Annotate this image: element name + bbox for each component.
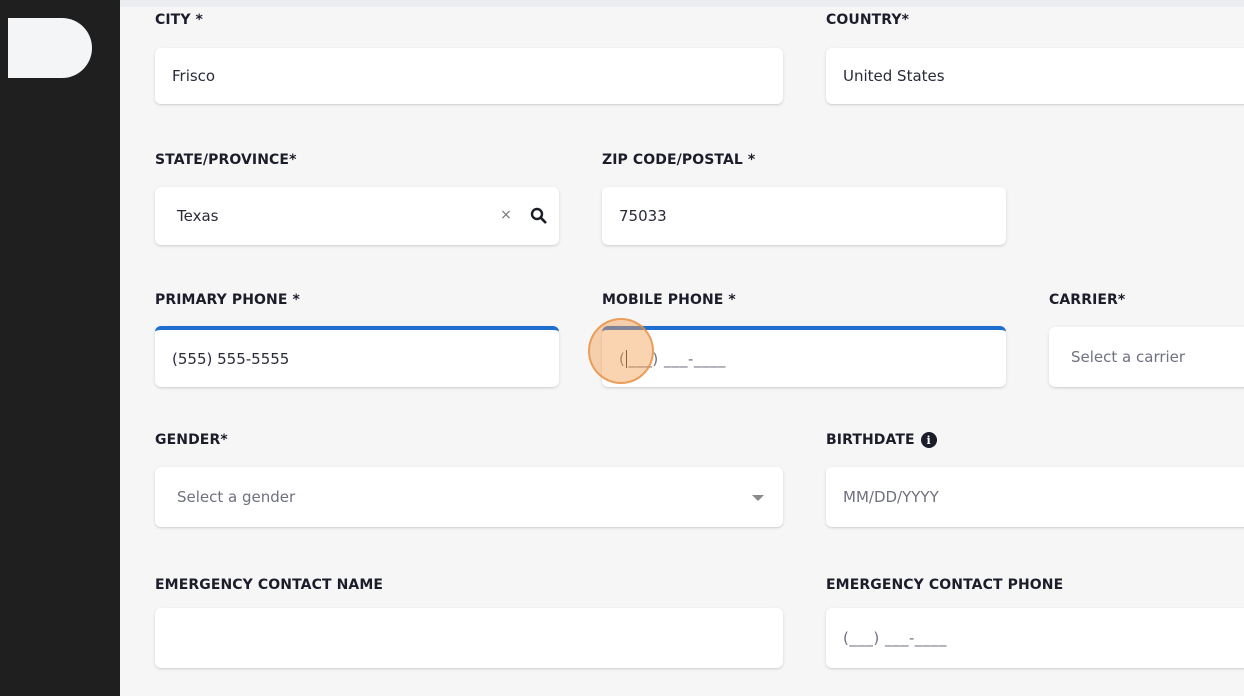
birthdate-label-text: BIRTHDATE [826, 432, 915, 448]
birthdate-label: BIRTHDATE i [826, 432, 937, 448]
mobile-phone-input[interactable]: (___) ___-____ [602, 326, 1006, 387]
birthdate-placeholder: MM/DD/YYYY [843, 488, 939, 506]
emergency-phone-label: EMERGENCY CONTACT PHONE [826, 577, 1064, 593]
city-value: Frisco [172, 67, 216, 85]
gender-placeholder: Select a gender [177, 488, 296, 506]
gender-label: GENDER* [155, 432, 228, 448]
emergency-phone-mask: (___) ___-____ [843, 629, 947, 647]
primary-phone-input[interactable]: (555) 555-5555 [155, 326, 559, 387]
carrier-placeholder: Select a carrier [1071, 348, 1186, 366]
zip-value: 75033 [619, 207, 667, 225]
primary-phone-label: PRIMARY PHONE * [155, 292, 300, 308]
search-icon[interactable] [528, 205, 548, 225]
mobile-phone-mask-open: ( [619, 349, 626, 368]
emergency-name-input[interactable] [155, 608, 783, 668]
city-label: CITY * [155, 12, 203, 28]
state-value: Texas [177, 207, 219, 225]
zip-label: ZIP CODE/POSTAL * [602, 152, 756, 168]
emergency-name-label: EMERGENCY CONTACT NAME [155, 577, 384, 593]
emergency-phone-input[interactable]: (___) ___-____ [826, 608, 1244, 668]
country-input[interactable]: United States [826, 48, 1244, 104]
country-value: United States [843, 67, 945, 85]
mobile-phone-label: MOBILE PHONE * [602, 292, 736, 308]
top-strip [120, 0, 1244, 7]
carrier-label: CARRIER* [1049, 292, 1126, 308]
gender-select[interactable]: Select a gender [155, 467, 783, 527]
chevron-down-icon[interactable] [752, 494, 764, 502]
country-label: COUNTRY* [826, 12, 910, 28]
mobile-phone-mask: ___) ___-____ [628, 349, 726, 368]
sidebar [0, 0, 120, 696]
state-label: STATE/PROVINCE* [155, 152, 297, 168]
city-input[interactable]: Frisco [155, 48, 783, 104]
zip-input[interactable]: 75033 [602, 187, 1006, 245]
sidebar-active-item[interactable] [8, 18, 92, 78]
info-icon[interactable]: i [920, 432, 937, 448]
carrier-select[interactable]: Select a carrier [1049, 327, 1244, 387]
primary-phone-value: (555) 555-5555 [172, 349, 290, 368]
clear-icon[interactable]: × [499, 206, 513, 224]
birthdate-input[interactable]: MM/DD/YYYY [826, 467, 1244, 527]
